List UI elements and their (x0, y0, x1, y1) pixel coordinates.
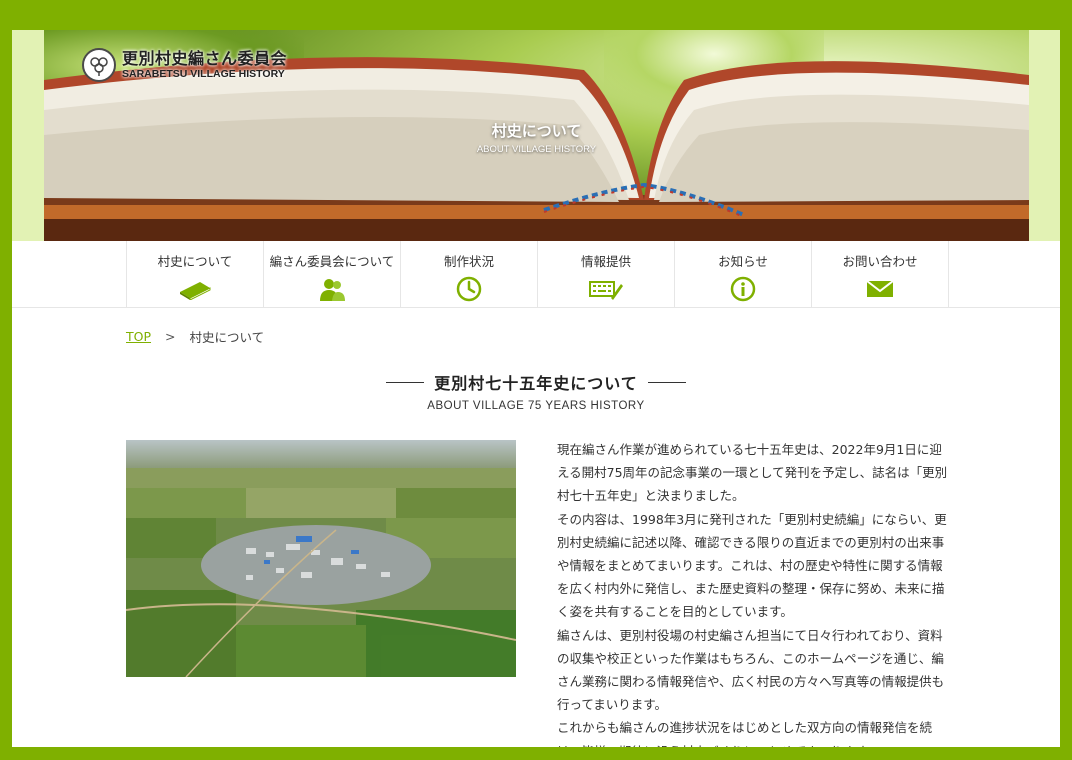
nav-item-contact[interactable]: お問い合わせ (812, 241, 949, 308)
nav-label: お問い合わせ (842, 254, 918, 269)
breadcrumb: TOP > 村史について (126, 327, 264, 346)
about-body-text: 現在編さん作業が進められている七十五年史は、2022年9月1日に迎える開村75周… (557, 438, 952, 747)
breadcrumb-current: 村史について (189, 330, 265, 345)
nav-label: 村史について (157, 254, 233, 269)
site-logo[interactable]: 更別村史編さん委員会 SARABETSU VILLAGE HISTORY (82, 48, 287, 82)
section-subtitle: ABOUT VILLAGE 75 YEARS HISTORY (427, 400, 645, 412)
section-heading: 更別村七十五年史について ABOUT VILLAGE 75 YEARS HIST… (12, 370, 1060, 412)
mail-icon (863, 276, 897, 302)
nav-item-news[interactable]: お知らせ (675, 241, 812, 308)
nav-item-committee[interactable]: 編さん委員会について (264, 241, 401, 308)
heading-rule-right (647, 381, 686, 383)
people-icon (315, 276, 349, 302)
section-title: 更別村七十五年史について (434, 374, 638, 393)
clock-icon (452, 276, 486, 302)
nav-item-information-provision[interactable]: 情報提供 (538, 241, 675, 308)
logo-subtitle: SARABETSU VILLAGE HISTORY (122, 67, 285, 80)
hero-heading: 村史について ABOUT VILLAGE HISTORY (44, 120, 1029, 155)
hero-title: 村史について (491, 122, 582, 140)
heading-rule-left (386, 381, 425, 383)
book-icon (178, 276, 212, 302)
logo-title: 更別村史編さん委員会 (122, 48, 288, 68)
aerial-village-photo (126, 440, 516, 677)
info-icon (726, 276, 760, 302)
page-frame: 更別村史編さん委員会 SARABETSU VILLAGE HISTORY 村史に… (12, 30, 1060, 747)
clover-logo-icon (82, 48, 116, 82)
nav-label: 制作状況 (443, 254, 494, 269)
body-paragraph: 編さんは、更別村役場の村史編さん担当にて日々行われており、資料の収集や校正といっ… (557, 627, 945, 713)
breadcrumb-separator: > (165, 329, 176, 344)
keyboard-pen-icon (589, 276, 623, 302)
nav-item-production-status[interactable]: 制作状況 (401, 241, 538, 308)
nav-label: 編さん委員会について (269, 254, 395, 269)
nav-label: 情報提供 (580, 254, 631, 269)
breadcrumb-top-link[interactable]: TOP (126, 329, 151, 344)
hero-subtitle: ABOUT VILLAGE HISTORY (476, 144, 597, 155)
body-paragraph: その内容は、1998年3月に発刊された「更別村史続編」にならい、更別村史続編に記… (557, 511, 947, 620)
nav-item-village-history[interactable]: 村史について (127, 241, 264, 308)
body-paragraph: これからも編さんの進捗状況をはじめとした双方向の情報発信を続け、皆様の期待に沿う… (557, 720, 933, 747)
global-nav: 村史について 編さん委員会について 制作状況 情報提供 お知らせ お問い合わせ (12, 241, 1060, 308)
hero-banner: 更別村史編さん委員会 SARABETSU VILLAGE HISTORY 村史に… (44, 30, 1029, 241)
nav-label: お知らせ (718, 254, 768, 269)
body-paragraph: 現在編さん作業が進められている七十五年史は、2022年9月1日に迎える開村75周… (557, 442, 948, 504)
